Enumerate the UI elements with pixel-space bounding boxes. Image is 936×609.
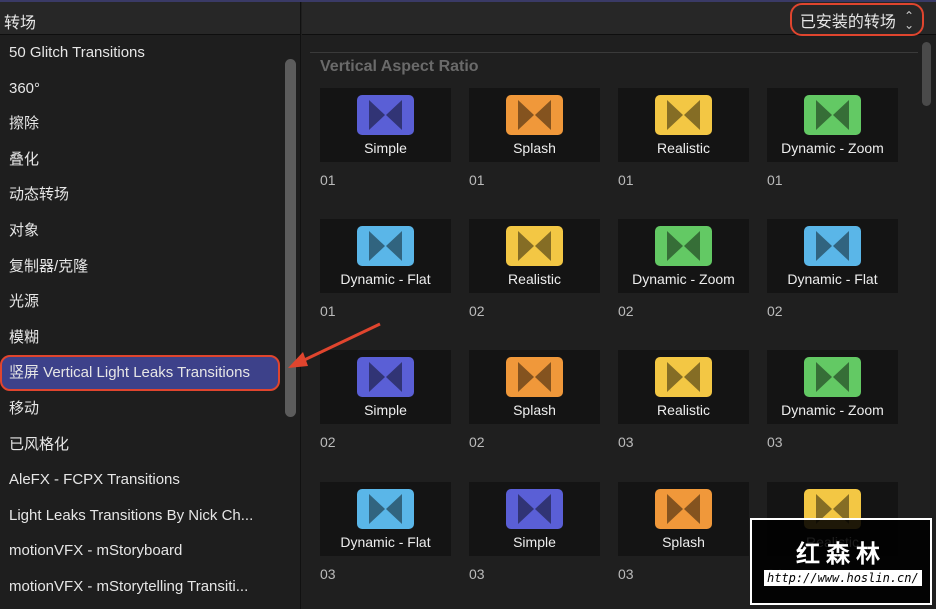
tile-number: 03 (469, 566, 485, 582)
transition-tile[interactable]: Realistic (469, 219, 600, 293)
sidebar-item[interactable]: AleFX - FCPX Transitions (0, 462, 280, 498)
transitions-sidebar: 转场 50 Glitch Transitions 360° 擦除 叠化 动态转场 对象 复制… (0, 2, 301, 609)
watermark: 红森林 http://www.hoslin.cn/ (750, 518, 932, 605)
transition-bowtie-icon (506, 95, 563, 135)
category-list: 50 Glitch Transitions 360° 擦除 叠化 动态转场 对象 复制器/克… (0, 35, 300, 605)
browser-header: 已安装的转场 ⌃ ⌃ (302, 2, 936, 36)
tile-number: 01 (469, 172, 485, 188)
sidebar-item[interactable]: 复制器/克隆 (0, 249, 280, 285)
transition-tile[interactable]: Dynamic - Flat (320, 219, 451, 293)
transition-bowtie-icon (655, 489, 712, 529)
tile-number: 01 (320, 303, 336, 319)
transition-tile[interactable]: Simple (320, 88, 451, 162)
tile-label: Dynamic - Zoom (632, 271, 735, 287)
sidebar-item[interactable]: motionVFX - mStorytelling Transiti... (0, 569, 280, 605)
filter-label: 已安装的转场 (799, 13, 896, 31)
tile-label: Realistic (657, 140, 710, 156)
tile-number: 02 (618, 303, 634, 319)
tile-label: Dynamic - Zoom (781, 140, 884, 156)
tile-label: Simple (364, 140, 407, 156)
tile-label: Realistic (508, 271, 561, 287)
sidebar-item[interactable]: motionVFX - mStoryboard (0, 533, 280, 569)
sidebar-scrollbar[interactable] (285, 59, 296, 417)
transition-bowtie-icon (804, 226, 861, 266)
transition-bowtie-icon (357, 226, 414, 266)
tile-number: 01 (618, 172, 634, 188)
transition-tile[interactable]: Dynamic - Flat (767, 219, 898, 293)
tile-number: 03 (618, 434, 634, 450)
transition-bowtie-icon (357, 489, 414, 529)
transition-bowtie-icon (357, 357, 414, 397)
sidebar-title: 转场 (0, 2, 300, 35)
transition-bowtie-icon (506, 226, 563, 266)
tile-label: Splash (513, 140, 556, 156)
sidebar-item[interactable]: 光源 (0, 284, 280, 320)
sidebar-item[interactable]: 已风格化 (0, 427, 280, 463)
tile-label: Realistic (657, 402, 710, 418)
transition-tile[interactable]: Realistic (618, 350, 749, 424)
tile-number: 03 (618, 566, 634, 582)
tile-label: Splash (513, 402, 556, 418)
tile-label: Dynamic - Flat (787, 271, 878, 287)
up-down-chevron-icon: ⌃ ⌃ (903, 8, 914, 31)
transition-tile[interactable]: Dynamic - Zoom (767, 88, 898, 162)
tile-number: 03 (320, 566, 336, 582)
watermark-title: 红森林 (796, 541, 886, 568)
sidebar-item[interactable]: 动态转场 (0, 177, 280, 213)
tile-number: 02 (320, 434, 336, 450)
transition-bowtie-icon (506, 357, 563, 397)
transition-tile[interactable]: Simple (320, 350, 451, 424)
sidebar-item[interactable]: 竖屏 Vertical Light Leaks Transitions (0, 355, 280, 391)
tile-number: 01 (767, 172, 783, 188)
tile-number: 01 (320, 172, 336, 188)
transition-bowtie-icon (655, 226, 712, 266)
transition-bowtie-icon (655, 95, 712, 135)
transition-bowtie-icon (804, 357, 861, 397)
tile-label: Splash (662, 534, 705, 550)
transition-tile[interactable]: Splash (469, 350, 600, 424)
watermark-url: http://www.hoslin.cn/ (764, 570, 922, 586)
sidebar-item[interactable]: 50 Glitch Transitions (0, 35, 280, 71)
tile-label: Dynamic - Zoom (781, 402, 884, 418)
sidebar-item[interactable]: 叠化 (0, 142, 280, 178)
transition-bowtie-icon (804, 95, 861, 135)
sidebar-item[interactable]: 对象 (0, 213, 280, 249)
transition-tile[interactable]: Dynamic - Zoom (618, 219, 749, 293)
sidebar-item[interactable]: 模糊 (0, 320, 280, 356)
transition-bowtie-icon (357, 95, 414, 135)
transition-tile[interactable]: Splash (469, 88, 600, 162)
sidebar-item[interactable]: 擦除 (0, 106, 280, 142)
tile-label: Dynamic - Flat (340, 271, 431, 287)
sidebar-item[interactable]: 移动 (0, 391, 280, 427)
browser-scrollbar[interactable] (922, 42, 931, 106)
tile-number: 02 (767, 303, 783, 319)
tile-number: 03 (767, 434, 783, 450)
section-divider (310, 52, 918, 53)
transition-tile[interactable]: Simple (469, 482, 600, 556)
transition-tile[interactable]: Realistic (618, 88, 749, 162)
transition-tile[interactable]: Splash (618, 482, 749, 556)
tile-label: Simple (364, 402, 407, 418)
transition-bowtie-icon (506, 489, 563, 529)
tile-label: Dynamic - Flat (340, 534, 431, 550)
sidebar-item[interactable]: Light Leaks Transitions By Nick Ch... (0, 498, 280, 534)
tile-number: 02 (469, 434, 485, 450)
tile-label: Simple (513, 534, 556, 550)
transition-tile[interactable]: Dynamic - Flat (320, 482, 451, 556)
transition-bowtie-icon (655, 357, 712, 397)
tile-number: 02 (469, 303, 485, 319)
section-title: Vertical Aspect Ratio (320, 58, 479, 75)
installed-transitions-filter[interactable]: 已安装的转场 ⌃ ⌃ (789, 3, 924, 36)
sidebar-item[interactable]: 360° (0, 71, 280, 107)
transition-tile[interactable]: Dynamic - Zoom (767, 350, 898, 424)
